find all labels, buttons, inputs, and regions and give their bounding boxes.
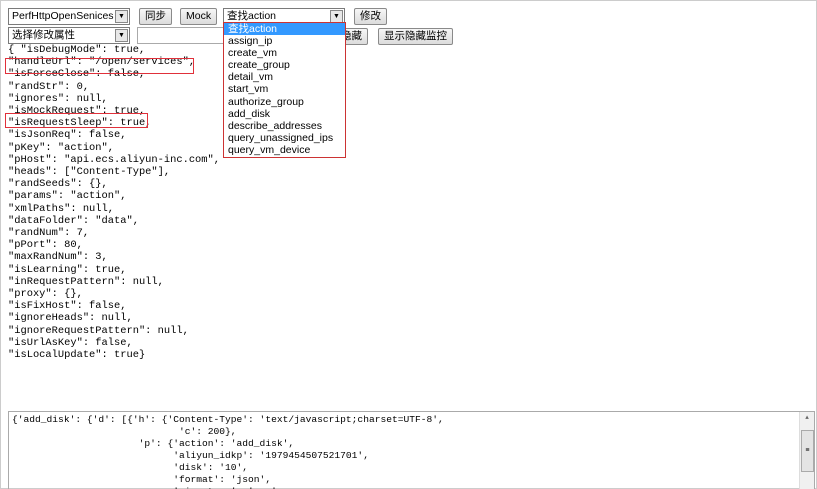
config-line: "pHost": "api.ecs.aliyun-inc.com",: [8, 153, 221, 166]
dropdown-option[interactable]: create_group: [224, 59, 345, 71]
dropdown-option[interactable]: detail_vm: [224, 71, 345, 83]
output-line: {'add_disk': {'d': [{'h': {'Content-Type…: [12, 414, 444, 425]
output-line: 'aliyun_idkp': '1979454507521701',: [12, 450, 369, 461]
service-select-value: PerfHttpOpenSenices: [12, 10, 114, 22]
dropdown-option[interactable]: describe_addresses: [224, 120, 345, 132]
service-select[interactable]: PerfHttpOpenSenices ▼: [8, 8, 130, 25]
highlight-ismockrequest: [5, 113, 148, 128]
scroll-thumb[interactable]: ≡: [801, 430, 814, 472]
dropdown-option[interactable]: start_vm: [224, 83, 345, 95]
config-line: "dataFolder": "data",: [8, 214, 139, 227]
config-line: "maxRandNum": 3,: [8, 251, 108, 264]
sync-button[interactable]: 同步: [139, 8, 172, 25]
config-line: "isUrlAsKey": false,: [8, 336, 133, 349]
config-line: "randStr": 0,: [8, 80, 90, 93]
dropdown-option[interactable]: authorize_group: [224, 96, 345, 108]
action-select-value: 查找action: [227, 10, 277, 22]
config-json: { "isDebugMode": true, "handleUrl": "/ope…: [8, 44, 220, 361]
output-line: 'disk': '10',: [12, 462, 249, 473]
show-hidden-monitor-button[interactable]: 显示隐藏监控: [378, 28, 453, 45]
config-line: "ignoreHeads": null,: [8, 312, 133, 325]
config-line: "isLocalUpdate": true}: [8, 349, 146, 362]
config-line: { "isDebugMode": true,: [8, 44, 146, 56]
scrollbar[interactable]: ▲ ≡: [799, 412, 814, 489]
chevron-down-icon: ▼: [115, 29, 128, 42]
dropdown-option[interactable]: query_vm_device: [224, 144, 345, 156]
response-text: {'add_disk': {'d': [{'h': {'Content-Type…: [12, 414, 814, 489]
config-line: "pKey": "action",: [8, 141, 115, 154]
action-dropdown-list[interactable]: 查找action assign_ip create_vm create_group de…: [223, 22, 346, 158]
output-line: 'p': {'action': 'add_disk',: [12, 438, 295, 449]
dropdown-option[interactable]: 查找action: [224, 23, 345, 36]
config-line: "pPort": 80,: [8, 239, 83, 252]
response-output[interactable]: {'add_disk': {'d': [{'h': {'Content-Type…: [8, 411, 815, 489]
output-line: 'c': 200},: [12, 426, 237, 437]
config-line: "heads": ["Content-Type"],: [8, 166, 171, 179]
config-line: "ignoreRequestPattern": null,: [8, 324, 189, 337]
dropdown-option[interactable]: add_disk: [224, 108, 345, 120]
config-line: "proxy": {},: [8, 288, 83, 301]
config-line: "xmlPaths": null,: [8, 202, 115, 215]
attribute-select-value: 选择修改属性: [12, 29, 75, 41]
scroll-up-icon[interactable]: ▲: [800, 412, 814, 424]
config-line: "ignores": null,: [8, 92, 108, 105]
dropdown-option[interactable]: query_unassigned_ips: [224, 132, 345, 144]
config-line: "isJsonReq": false,: [8, 129, 127, 142]
dropdown-option[interactable]: assign_ip: [224, 35, 345, 47]
highlight-handleurl: [5, 58, 194, 74]
config-line: "isLearning": true,: [8, 263, 127, 276]
output-line: 'format': 'json',: [12, 474, 272, 485]
dropdown-option[interactable]: create_vm: [224, 47, 345, 59]
attribute-select[interactable]: 选择修改属性 ▼: [8, 27, 130, 44]
chevron-down-icon: ▼: [115, 10, 128, 23]
config-line: "inRequestPattern": null,: [8, 275, 164, 288]
modify-button[interactable]: 修改: [354, 8, 387, 25]
config-line: "isFixHost": false,: [8, 300, 127, 313]
config-line: "params": "action",: [8, 190, 127, 203]
mock-button[interactable]: Mock: [180, 8, 218, 25]
config-line: "randNum": 7,: [8, 227, 90, 240]
config-line: "randSeeds": {},: [8, 178, 108, 191]
